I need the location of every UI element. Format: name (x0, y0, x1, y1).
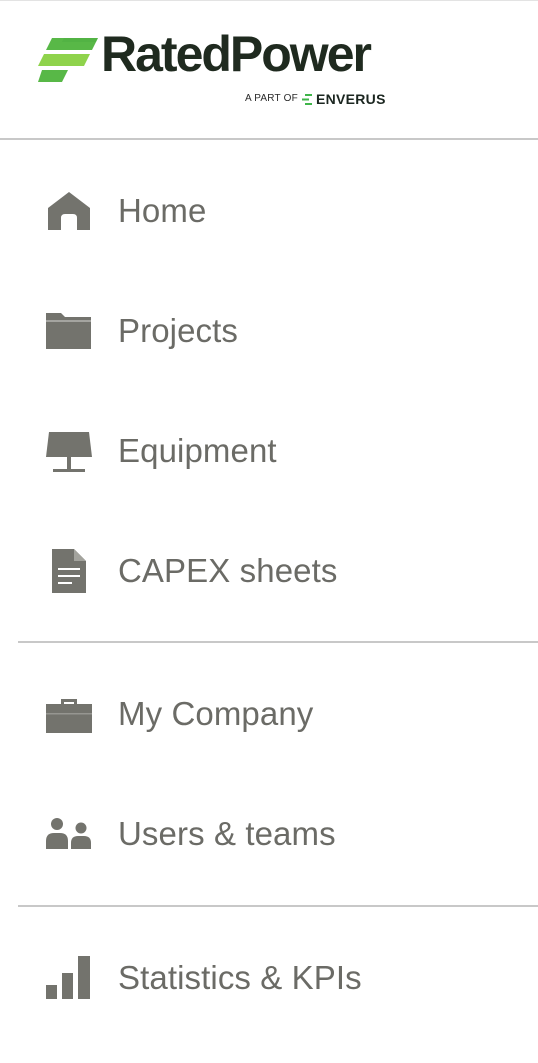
briefcase-icon (44, 689, 94, 739)
nav-item-users-teams[interactable]: Users & teams (0, 774, 538, 894)
nav-item-capex-sheets[interactable]: CAPEX sheets (0, 511, 538, 631)
nav-divider (18, 905, 538, 907)
nav-label-projects: Projects (118, 312, 239, 349)
users-icon (44, 809, 94, 859)
document-icon (44, 546, 94, 596)
brand-name: RatedPower (101, 26, 372, 82)
nav-label-home: Home (118, 192, 207, 229)
nav-group-analytics: Statistics & KPIs (0, 918, 538, 1038)
nav-label-equipment: Equipment (118, 432, 277, 469)
home-icon (44, 186, 94, 236)
ratedpower-logo-icon (38, 38, 98, 82)
nav-item-home[interactable]: Home (0, 151, 538, 271)
nav-label-my-company: My Company (118, 695, 314, 732)
nav-label-capex-sheets: CAPEX sheets (118, 552, 338, 589)
nav-item-equipment[interactable]: Equipment (0, 391, 538, 511)
folder-icon (44, 306, 94, 356)
nav-label-statistics-kpis: Statistics & KPIs (118, 959, 362, 996)
bar-chart-icon (44, 953, 94, 1003)
solar-panel-icon (44, 426, 94, 476)
nav-group-company: My Company Users & teams (0, 654, 538, 894)
nav-group-main: Home Projects Equipment CAPEX sheets (0, 151, 538, 631)
brand-parent: ENVERUS (315, 91, 386, 107)
sidebar: RatedPower A PART OF ENVERUS Home Projec… (0, 0, 538, 1063)
brand-tagline: A PART OF (245, 93, 298, 104)
brand-header[interactable]: RatedPower A PART OF ENVERUS (0, 1, 538, 140)
brand-subline: A PART OF ENVERUS (245, 92, 386, 106)
nav-item-projects[interactable]: Projects (0, 271, 538, 391)
nav-item-statistics-kpis[interactable]: Statistics & KPIs (0, 918, 538, 1038)
enverus-logo-icon (301, 93, 312, 105)
nav-item-my-company[interactable]: My Company (0, 654, 538, 774)
nav-label-users-teams: Users & teams (118, 815, 336, 852)
nav-divider (18, 641, 538, 643)
